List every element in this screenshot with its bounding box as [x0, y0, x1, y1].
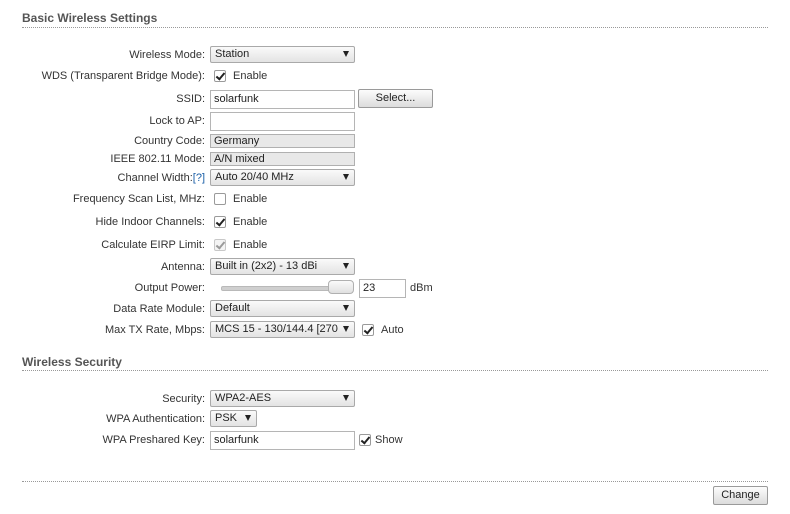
output-power-unit: dBm	[410, 282, 433, 294]
section-divider	[22, 27, 768, 28]
frequency-scan-label: Frequency Scan List, MHz:	[72, 193, 205, 205]
max-tx-rate-label: Max TX Rate, Mbps:	[104, 324, 205, 336]
data-rate-module-label: Data Rate Module:	[113, 303, 205, 315]
antenna-value: Built in (2x2) - 13 dBi	[215, 260, 318, 272]
row-lock-to-ap: Lock to AP:	[0, 111, 790, 131]
row-calculate-eirp: Calculate EIRP Limit: Enable	[0, 235, 790, 255]
antenna-select[interactable]: Built in (2x2) - 13 dBi	[210, 258, 355, 275]
antenna-label: Antenna:	[160, 261, 205, 273]
frequency-scan-checkbox[interactable]	[214, 193, 226, 205]
row-security: Security: WPA2-AES	[0, 389, 790, 409]
wpa-preshared-key-label: WPA Preshared Key:	[102, 434, 205, 446]
channel-width-value: Auto 20/40 MHz	[215, 171, 294, 183]
country-code-label: Country Code:	[134, 135, 205, 147]
wds-checkbox-text: Enable	[233, 70, 268, 82]
row-ssid: SSID: solarfunk Select...	[0, 89, 790, 109]
wpa-authentication-select[interactable]: PSK	[210, 410, 257, 427]
wireless-mode-select[interactable]: Station	[210, 46, 355, 63]
change-button[interactable]: Change	[713, 486, 768, 505]
output-power-slider-handle[interactable]	[328, 280, 354, 294]
wpa-preshared-key-input[interactable]: solarfunk	[210, 431, 355, 450]
calculate-eirp-checkbox-text: Enable	[233, 239, 268, 251]
security-value: WPA2-AES	[215, 392, 272, 404]
wireless-mode-label: Wireless Mode:	[129, 49, 205, 61]
wireless-mode-value: Station	[215, 48, 250, 60]
frequency-scan-checkbox-text: Enable	[233, 193, 268, 205]
row-hide-indoor: Hide Indoor Channels: Enable	[0, 212, 790, 232]
output-power-label: Output Power:	[134, 282, 205, 294]
max-tx-auto-text: Auto	[381, 324, 404, 336]
channel-width-label-text: Channel Width:	[117, 172, 193, 184]
row-country-code: Country Code: Germany	[0, 131, 790, 151]
max-tx-auto-checkbox[interactable]	[362, 324, 374, 336]
row-ieee-mode: IEEE 802.11 Mode: A/N mixed	[0, 149, 790, 169]
ssid-label: SSID:	[176, 93, 205, 105]
chevron-down-icon	[343, 326, 349, 332]
row-wireless-mode: Wireless Mode: Station	[0, 45, 790, 65]
wpa-authentication-label: WPA Authentication:	[106, 413, 205, 425]
lock-to-ap-label: Lock to AP:	[149, 115, 205, 127]
row-frequency-scan: Frequency Scan List, MHz: Enable	[0, 189, 790, 209]
hide-indoor-checkbox[interactable]	[214, 216, 226, 228]
row-wpa-preshared-key: WPA Preshared Key: solarfunk Show	[0, 430, 790, 450]
security-select[interactable]: WPA2-AES	[210, 390, 355, 407]
country-code-field: Germany	[210, 134, 355, 148]
row-wds: WDS (Transparent Bridge Mode): Enable	[0, 66, 790, 86]
wds-checkbox[interactable]	[214, 70, 226, 82]
max-tx-rate-select[interactable]: MCS 15 - 130/144.4 [270	[210, 321, 355, 338]
chevron-down-icon	[343, 51, 349, 57]
footer-divider	[22, 481, 768, 482]
row-data-rate-module: Data Rate Module: Default	[0, 299, 790, 319]
calculate-eirp-label: Calculate EIRP Limit:	[101, 239, 205, 251]
data-rate-module-select[interactable]: Default	[210, 300, 355, 317]
wpa-authentication-value: PSK	[215, 412, 238, 424]
channel-width-select[interactable]: Auto 20/40 MHz	[210, 169, 355, 186]
show-key-checkbox[interactable]	[359, 434, 371, 446]
ieee-mode-label: IEEE 802.11 Mode:	[110, 153, 205, 165]
lock-to-ap-input[interactable]	[210, 112, 355, 131]
row-antenna: Antenna: Built in (2x2) - 13 dBi	[0, 257, 790, 277]
row-channel-width: Channel Width:[?] Auto 20/40 MHz	[0, 168, 790, 188]
section-divider	[22, 370, 768, 371]
security-label: Security:	[162, 393, 205, 405]
channel-width-help-link[interactable]: [?]	[193, 172, 205, 184]
chevron-down-icon	[343, 305, 349, 311]
ssid-select-button[interactable]: Select...	[358, 89, 433, 108]
data-rate-module-value: Default	[215, 302, 250, 314]
row-max-tx-rate: Max TX Rate, Mbps: MCS 15 - 130/144.4 [2…	[0, 320, 790, 340]
calculate-eirp-checkbox[interactable]	[214, 239, 226, 251]
chevron-down-icon	[343, 263, 349, 269]
row-output-power: Output Power: 23 dBm	[0, 278, 790, 298]
chevron-down-icon	[343, 174, 349, 180]
wds-label: WDS (Transparent Bridge Mode):	[41, 70, 205, 82]
show-key-text: Show	[375, 434, 403, 446]
chevron-down-icon	[245, 415, 251, 421]
hide-indoor-checkbox-text: Enable	[233, 216, 268, 228]
section-title-wireless-security: Wireless Security	[22, 355, 122, 369]
row-wpa-authentication: WPA Authentication: PSK	[0, 409, 790, 429]
ieee-mode-field: A/N mixed	[210, 152, 355, 166]
output-power-input[interactable]: 23	[359, 279, 406, 298]
chevron-down-icon	[343, 395, 349, 401]
max-tx-rate-value: MCS 15 - 130/144.4 [270	[215, 323, 338, 335]
channel-width-label: Channel Width:[?]	[118, 168, 205, 188]
hide-indoor-label: Hide Indoor Channels:	[95, 216, 205, 228]
section-title-basic-wireless: Basic Wireless Settings	[22, 11, 158, 25]
ssid-input[interactable]: solarfunk	[210, 90, 355, 109]
